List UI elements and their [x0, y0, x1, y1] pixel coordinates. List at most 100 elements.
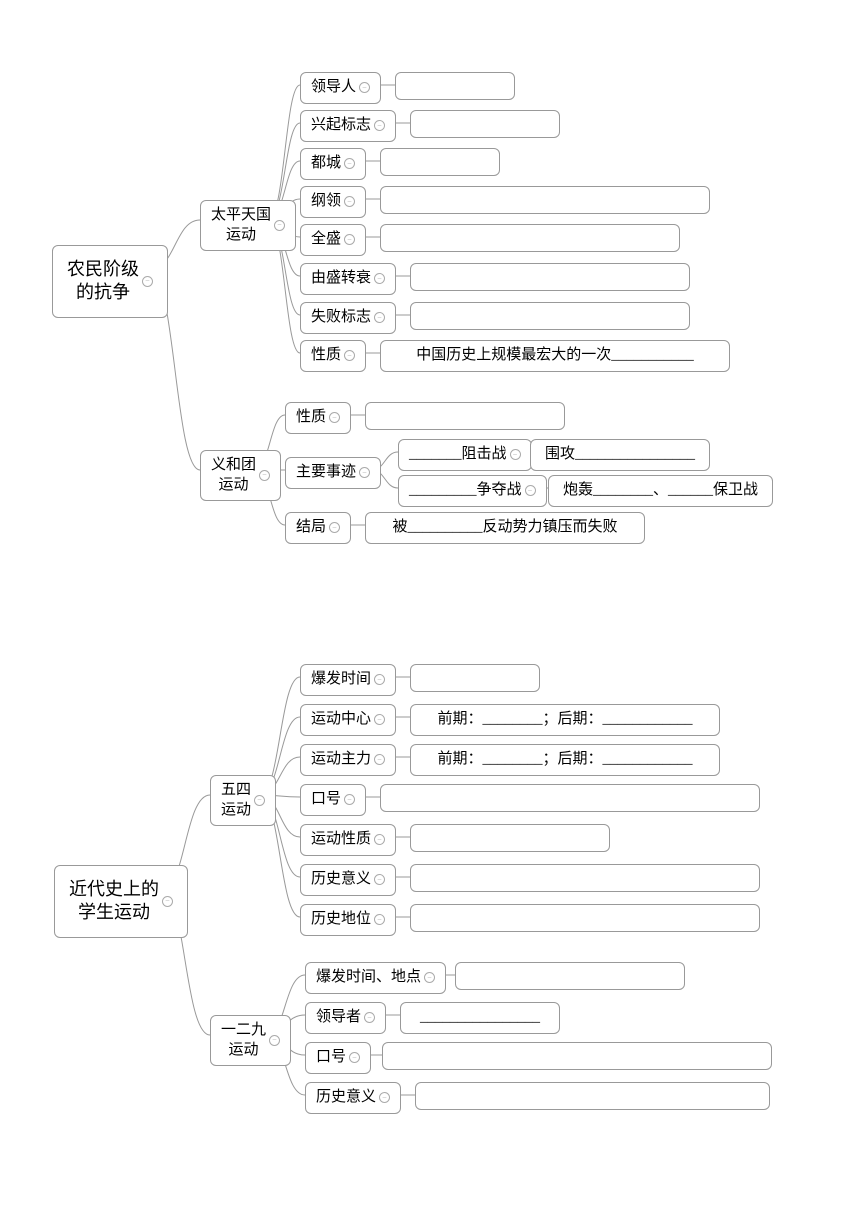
node-m4-position: 历史地位− [300, 904, 396, 936]
collapse-icon[interactable]: − [374, 312, 385, 323]
leaf-capital[interactable] [380, 148, 500, 176]
leaf-deed2a[interactable]: _________争夺战− [398, 475, 547, 507]
node-peak: 全盛− [300, 224, 366, 256]
branch-label: 义和团运动 [211, 456, 256, 495]
node-taiping-nature: 性质− [300, 340, 366, 372]
label: 运动中心 [311, 710, 371, 730]
leaf-rise-mark[interactable] [410, 110, 560, 138]
label: 都城 [311, 154, 341, 174]
collapse-icon[interactable]: − [374, 834, 385, 845]
leaf-129-leader[interactable]: ________________ [400, 1002, 560, 1034]
label: 性质 [296, 408, 326, 428]
collapse-icon[interactable]: − [374, 914, 385, 925]
leaf-deed2b[interactable]: 炮轰________、______保卫战 [548, 475, 773, 507]
leaf-129-significance[interactable] [415, 1082, 770, 1110]
leaf-129-slogan[interactable] [382, 1042, 772, 1070]
node-m4-significance: 历史意义− [300, 864, 396, 896]
collapse-icon[interactable]: − [374, 874, 385, 885]
collapse-icon[interactable]: − [424, 972, 435, 983]
collapse-icon[interactable]: − [364, 1012, 375, 1023]
branch-yihetuan: 义和团运动− [200, 450, 281, 501]
collapse-icon[interactable]: − [329, 522, 340, 533]
leaf-leader[interactable] [395, 72, 515, 100]
collapse-icon[interactable]: − [274, 220, 285, 231]
leaf-yht-nature[interactable] [365, 402, 565, 430]
leaf-m4-nature[interactable] [410, 824, 610, 852]
collapse-icon[interactable]: − [374, 120, 385, 131]
node-program: 纲领− [300, 186, 366, 218]
collapse-icon[interactable]: − [344, 350, 355, 361]
leaf-peak[interactable] [380, 224, 680, 252]
leaf-deed1a[interactable]: _______阻击战− [398, 439, 532, 471]
leaf-deed1b[interactable]: 围攻________________ [530, 439, 710, 471]
node-capital: 都城− [300, 148, 366, 180]
leaf-m4-center[interactable]: 前期：________；后期：____________ [410, 704, 720, 736]
label: 由盛转衰 [311, 269, 371, 289]
collapse-icon[interactable]: − [510, 449, 521, 460]
root-label: 农民阶级的抗争 [67, 258, 139, 305]
leaf-fail-mark[interactable] [410, 302, 690, 330]
collapse-icon[interactable]: − [359, 82, 370, 93]
leaf-m4-position[interactable] [410, 904, 760, 932]
node-yht-deeds: 主要事迹− [285, 457, 381, 489]
leaf-yht-ending[interactable]: 被__________反动势力镇压而失败 [365, 512, 645, 544]
text: 前期：________；后期：____________ [437, 710, 692, 730]
label: 领导者 [316, 1008, 361, 1028]
collapse-icon[interactable]: − [329, 412, 340, 423]
node-rise-mark: 兴起标志− [300, 110, 396, 142]
collapse-icon[interactable]: − [162, 896, 173, 907]
label: 历史意义 [311, 870, 371, 890]
leaf-m4-significance[interactable] [410, 864, 760, 892]
node-fail-mark: 失败标志− [300, 302, 396, 334]
text: 前期：________；后期：____________ [437, 750, 692, 770]
text: 围攻________________ [545, 445, 695, 465]
label: 历史地位 [311, 910, 371, 930]
text: ________________ [420, 1008, 540, 1028]
collapse-icon[interactable]: − [349, 1052, 360, 1063]
collapse-icon[interactable]: − [344, 196, 355, 207]
collapse-icon[interactable]: − [359, 467, 370, 478]
text: _________争夺战 [409, 481, 522, 501]
collapse-icon[interactable]: − [254, 795, 265, 806]
leaf-129-time-place[interactable] [455, 962, 685, 990]
root-peasant-resistance: 农民阶级的抗争− [52, 245, 168, 318]
node-leader: 领导人− [300, 72, 381, 104]
label: 爆发时间、地点 [316, 968, 421, 988]
node-m4-time: 爆发时间− [300, 664, 396, 696]
node-129-slogan: 口号− [305, 1042, 371, 1074]
branch-may4th: 五四运动− [210, 775, 276, 826]
text: 中国历史上规模最宏大的一次___________ [416, 346, 694, 366]
label: 纲领 [311, 192, 341, 212]
label: 兴起标志 [311, 116, 371, 136]
label: 爆发时间 [311, 670, 371, 690]
label: 主要事迹 [296, 463, 356, 483]
collapse-icon[interactable]: − [344, 794, 355, 805]
node-129-time-place: 爆发时间、地点− [305, 962, 446, 994]
leaf-m4-time[interactable] [410, 664, 540, 692]
text: _______阻击战 [409, 445, 507, 465]
leaf-program[interactable] [380, 186, 710, 214]
branch-taiping: 太平天国运动− [200, 200, 296, 251]
collapse-icon[interactable]: − [379, 1092, 390, 1103]
collapse-icon[interactable]: − [374, 754, 385, 765]
collapse-icon[interactable]: − [259, 470, 270, 481]
text: 炮轰________、______保卫战 [563, 481, 758, 501]
node-129-significance: 历史意义− [305, 1082, 401, 1114]
leaf-m4-force[interactable]: 前期：________；后期：____________ [410, 744, 720, 776]
leaf-decline[interactable] [410, 263, 690, 291]
leaf-m4-slogan[interactable] [380, 784, 760, 812]
collapse-icon[interactable]: − [374, 674, 385, 685]
collapse-icon[interactable]: − [344, 158, 355, 169]
collapse-icon[interactable]: − [525, 485, 536, 496]
label: 历史意义 [316, 1088, 376, 1108]
collapse-icon[interactable]: − [374, 714, 385, 725]
collapse-icon[interactable]: − [374, 273, 385, 284]
node-m4-force: 运动主力− [300, 744, 396, 776]
node-129-leader: 领导者− [305, 1002, 386, 1034]
text: 被__________反动势力镇压而失败 [392, 518, 617, 538]
collapse-icon[interactable]: − [142, 276, 153, 287]
label: 运动主力 [311, 750, 371, 770]
collapse-icon[interactable]: − [344, 234, 355, 245]
collapse-icon[interactable]: − [269, 1035, 280, 1046]
leaf-taiping-nature[interactable]: 中国历史上规模最宏大的一次___________ [380, 340, 730, 372]
